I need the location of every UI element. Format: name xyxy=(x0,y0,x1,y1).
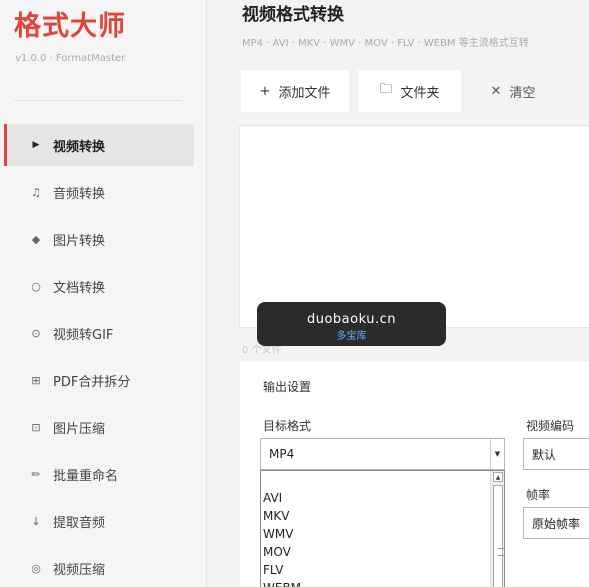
app-version: v1.0.0 · FormatMaster xyxy=(15,53,126,64)
add-folder-button[interactable]: 🗀 文件夹 xyxy=(358,70,461,112)
scrollbar-thumb[interactable] xyxy=(493,485,504,587)
video-codec-label: 视频编码 xyxy=(526,419,575,433)
sidebar-divider xyxy=(14,100,182,101)
close-icon: ✕ xyxy=(490,83,502,99)
sidebar-item-video-convert[interactable]: ▶ 视频转换 xyxy=(4,124,194,166)
sidebar-item-label: 视频转GIF xyxy=(53,327,114,343)
page-subtitle: MP4 · AVI · MKV · WMV · MOV · FLV · WEBM… xyxy=(242,38,529,49)
format-option-flv[interactable]: FLV xyxy=(261,561,504,579)
target-format-label: 目标格式 xyxy=(263,419,312,433)
folder-icon: 🗀 xyxy=(379,82,393,97)
file-drop-area[interactable] xyxy=(239,125,589,328)
frame-rate-select[interactable]: 原始帧率 xyxy=(523,507,589,539)
ring-icon: ◎ xyxy=(31,561,41,575)
output-settings-panel: 输出设置 目标格式 MP4 ▼ AVI MKV WMV MOV FLV WEBM… xyxy=(240,362,589,587)
frame-rate-value: 原始帧率 xyxy=(532,516,581,531)
sidebar-item-batch-rename[interactable]: ✏ 批量重命名 xyxy=(4,453,194,495)
sidebar-item-label: PDF合并拆分 xyxy=(53,374,131,390)
format-option-mov[interactable]: MOV xyxy=(261,543,504,561)
sidebar-item-label: 图片转换 xyxy=(53,233,106,249)
circle-icon: ○ xyxy=(31,279,41,293)
video-codec-select[interactable]: 默认 xyxy=(523,438,589,470)
sidebar-item-video-compress[interactable]: ◎ 视频压缩 xyxy=(4,547,194,587)
sidebar-item-video-to-gif[interactable]: ⊙ 视频转GIF xyxy=(4,312,194,354)
target-format-select[interactable]: MP4 ▼ xyxy=(260,438,505,470)
watermark-overlay: duobaoku.cn 多宝库 xyxy=(257,302,446,346)
format-option-avi[interactable]: AVI xyxy=(261,489,504,507)
watermark-name: 多宝库 xyxy=(336,331,367,342)
frame-rate-label: 帧率 xyxy=(526,488,551,502)
sidebar-item-image-compress[interactable]: ⊡ 图片压缩 xyxy=(4,406,194,448)
sidebar-item-label: 图片压缩 xyxy=(53,421,106,437)
diamond-icon: ◆ xyxy=(31,232,41,246)
clear-label: 清空 xyxy=(509,85,536,101)
sidebar-item-pdf-merge-split[interactable]: ⊞ PDF合并拆分 xyxy=(4,359,194,401)
add-folder-label: 文件夹 xyxy=(400,85,440,101)
clear-button[interactable]: ✕ 清空 xyxy=(470,70,556,112)
sidebar: 格式大师 v1.0.0 · FormatMaster ▶ 视频转换 ♫ 音频转换… xyxy=(0,0,207,587)
sidebar-item-label: 提取音频 xyxy=(53,515,106,531)
app-title: 格式大师 xyxy=(14,11,126,42)
sidebar-item-audio-convert[interactable]: ♫ 音频转换 xyxy=(4,171,194,213)
compress-icon: ⊡ xyxy=(31,420,41,434)
grip-icon xyxy=(498,548,504,556)
sidebar-item-label: 音频转换 xyxy=(53,186,106,202)
format-option-wmv[interactable]: WMV xyxy=(261,525,504,543)
settings-title: 输出设置 xyxy=(263,380,312,394)
main-panel: 视频格式转换 MP4 · AVI · MKV · WMV · MOV · FLV… xyxy=(208,0,589,587)
page-title: 视频格式转换 xyxy=(242,5,344,25)
dropdown-scrollbar[interactable]: ▲ xyxy=(490,471,504,587)
video-codec-value: 默认 xyxy=(532,447,557,462)
sidebar-item-label: 批量重命名 xyxy=(53,468,119,484)
music-note-icon: ♫ xyxy=(31,185,41,199)
format-option-mkv[interactable]: MKV xyxy=(261,507,504,525)
add-file-button[interactable]: + 添加文件 xyxy=(241,70,349,112)
sidebar-item-label: 视频压缩 xyxy=(53,562,106,578)
chevron-down-icon[interactable]: ▼ xyxy=(490,439,504,469)
add-file-label: 添加文件 xyxy=(278,85,331,101)
grid-icon: ⊞ xyxy=(31,373,41,387)
sidebar-item-extract-audio[interactable]: ↓ 提取音频 xyxy=(4,500,194,542)
sidebar-item-document-convert[interactable]: ○ 文档转换 xyxy=(4,265,194,307)
format-dropdown-list[interactable]: AVI MKV WMV MOV FLV WEBM ▲ xyxy=(260,470,505,587)
sidebar-item-label: 文档转换 xyxy=(53,280,106,296)
play-icon: ▶ xyxy=(32,140,40,150)
plus-icon: + xyxy=(259,83,271,99)
pencil-icon: ✏ xyxy=(31,467,41,481)
sidebar-item-label: 视频转换 xyxy=(53,139,106,155)
format-option-webm[interactable]: WEBM xyxy=(261,579,504,587)
scroll-up-icon[interactable]: ▲ xyxy=(493,472,503,482)
sidebar-item-image-convert[interactable]: ◆ 图片转换 xyxy=(4,218,194,260)
target-format-value: MP4 xyxy=(269,447,295,461)
watermark-domain: duobaoku.cn xyxy=(306,312,396,327)
dropdown-spacer xyxy=(261,471,504,489)
arrow-down-icon: ↓ xyxy=(31,514,41,528)
target-icon: ⊙ xyxy=(31,326,41,340)
